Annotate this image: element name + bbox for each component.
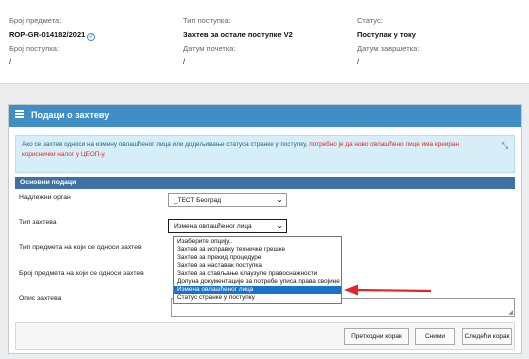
start-date: /	[183, 57, 186, 66]
end-date-label: Датум завршетка:	[357, 44, 420, 53]
wizard-buttons: Претходни корак Сними Следећи корак	[15, 322, 515, 350]
end-date: /	[357, 57, 360, 66]
case-number-label: Број предмета:	[9, 16, 62, 25]
authority-value: _ТЕСТ Београд	[174, 197, 222, 204]
info-text: Ако се захтев односи на измену овлашћено…	[22, 141, 310, 148]
case-number: ROP-GR-014182/2021 ✓	[9, 30, 96, 41]
hamburger-menu-icon	[15, 110, 24, 118]
subject-type-label: Тип предмета на који се односи захтев	[19, 244, 142, 251]
case-number-text: ROP-GR-014182/2021	[9, 30, 86, 39]
chevron-down-icon: ⌄	[276, 195, 283, 204]
status-label: Статус:	[357, 16, 383, 25]
request-type-options: Изаберите опцију.. Захтев за исправку те…	[173, 236, 342, 304]
procedure-type-label: Тип поступка:	[183, 16, 231, 25]
authority-label: Надлежни орган	[19, 194, 71, 201]
panel-title: Подаци о захтеву	[31, 110, 110, 120]
description-label: Опис захтева	[19, 295, 62, 302]
resize-handle-icon[interactable]: ◢	[508, 309, 513, 316]
case-summary: Број предмета: ROP-GR-014182/2021 ✓ Број …	[0, 0, 529, 84]
option-technical-error[interactable]: Захтев за исправку техничке грешке	[174, 246, 341, 254]
procedure-type: Захтев за остале поступке V2	[183, 30, 293, 39]
option-party-status[interactable]: Статус странке у поступку	[174, 294, 341, 302]
info-alert: Ако се захтев односи на измену овлашћено…	[15, 135, 515, 173]
start-date-label: Датум почетка:	[183, 44, 236, 53]
panel-header: Подаци о захтеву	[9, 105, 521, 127]
option-finality-clause[interactable]: Захтев за стављање клаузуле правоснажнос…	[174, 270, 341, 278]
chevron-down-icon: ⌄	[276, 221, 283, 230]
request-type-label: Тип захтева	[19, 219, 57, 226]
option-select-prompt[interactable]: Изаберите опцију..	[174, 238, 341, 246]
basic-data-section-header: Основни подаци	[15, 177, 515, 189]
option-procedure-continue[interactable]: Захтев за наставак поступка	[174, 262, 341, 270]
procedure-number: /	[9, 57, 12, 66]
collapse-arrows-icon[interactable]: ⤡	[502, 141, 508, 151]
option-documentation-supplement[interactable]: Допуна документације за потребе уписа пр…	[174, 278, 341, 286]
authority-select[interactable]: _ТЕСТ Београд ⌄	[168, 193, 287, 207]
request-type-value: Измена овлашћеног лица	[174, 223, 252, 230]
option-authorized-person-change[interactable]: Измена овлашћеног лица	[174, 286, 341, 294]
request-type-select[interactable]: Измена овлашћеног лица ⌄	[168, 219, 287, 233]
procedure-number-label: Број поступка:	[9, 44, 60, 53]
status-value: Поступак у току	[357, 30, 416, 39]
next-step-button[interactable]: Следећи корак	[462, 328, 512, 345]
subject-number-label: Број предмета на који се односи захтев	[19, 270, 144, 277]
previous-step-button[interactable]: Претходни корак	[344, 328, 409, 345]
verified-check-icon: ✓	[87, 33, 96, 41]
option-procedure-stop[interactable]: Захтев за прекид процедуре	[174, 254, 341, 262]
request-data-panel: Подаци о захтеву Ако се захтев односи на…	[8, 104, 522, 354]
save-button[interactable]: Сними	[415, 328, 455, 345]
